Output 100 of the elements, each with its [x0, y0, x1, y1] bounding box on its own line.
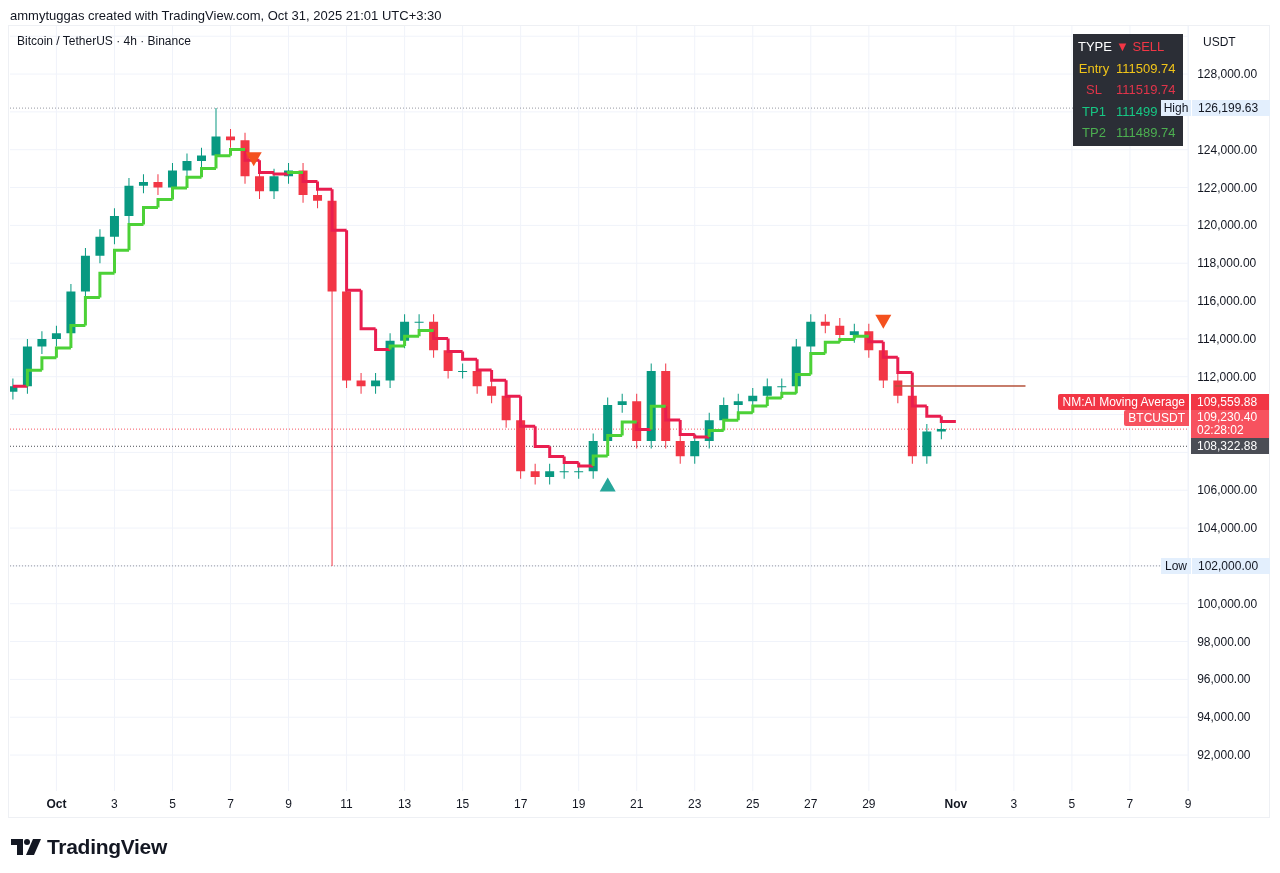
axis-label: 100,000.00	[1197, 595, 1258, 612]
candlestick	[124, 178, 134, 224]
brand-name: TradingView	[47, 835, 167, 859]
axis-label: 92,000.00	[1197, 747, 1251, 764]
axis-label: 3	[111, 797, 118, 811]
chart-credit: ammytuggas created with TradingView.com, Oct 31, 2025 21:01 UTC+3:30	[9, 7, 443, 25]
candlestick	[226, 128, 235, 148]
candlestick	[936, 421, 946, 440]
candlestick	[559, 463, 569, 479]
axis-label: 106,000.00	[1197, 482, 1258, 499]
candlestick	[182, 153, 192, 179]
signal-value: 111509.74	[1116, 60, 1176, 76]
countdown-timer: 02:28:02	[1197, 424, 1245, 438]
candlestick	[864, 323, 874, 358]
price-tag-label: BTCUSDT	[1124, 410, 1189, 427]
candlestick	[922, 424, 932, 464]
axis-label: 7	[1126, 797, 1134, 811]
axis-label: 104,000.00	[1197, 520, 1258, 537]
axis-label: 114,000.00	[1197, 330, 1257, 347]
axis-label: 15	[455, 797, 470, 811]
candlestick	[617, 393, 627, 413]
candlestick	[849, 323, 859, 343]
axis-label: Nov	[944, 797, 968, 811]
signal-label: SL	[1085, 82, 1103, 98]
candlestick	[414, 314, 424, 330]
axis-label: 94,000.00	[1197, 709, 1251, 726]
signal-value: 111519.74	[1116, 82, 1176, 98]
axis-label: 7	[227, 797, 234, 811]
candlestick	[10, 378, 18, 400]
candlestick	[893, 372, 903, 404]
candlestick	[632, 393, 642, 449]
signal-value: 111489.74	[1116, 125, 1176, 141]
candlestick	[95, 229, 105, 264]
candlestick	[385, 333, 395, 389]
axis-label: 9	[285, 797, 292, 811]
axis-label: 25	[746, 797, 760, 811]
axis-label: 128,000.00	[1197, 66, 1258, 83]
candlestick	[545, 463, 555, 485]
candlestick	[138, 174, 148, 194]
price-tag-value: 108,322.88	[1197, 439, 1259, 453]
candlestick	[429, 314, 439, 358]
price-tag-value: 109,230.40	[1197, 411, 1259, 425]
candlestick	[51, 325, 61, 347]
candlestick	[675, 433, 685, 464]
axis-label: 116,000.00	[1197, 293, 1257, 310]
price-tag-value: 109,559.88	[1197, 395, 1259, 409]
axis-label: 96,000.00	[1197, 671, 1251, 688]
axis-label: Oct	[46, 797, 67, 811]
axis-label: 120,000.00	[1197, 217, 1258, 234]
candlestick	[806, 314, 816, 354]
axis-label: 11	[340, 797, 353, 811]
candlestick	[820, 314, 830, 334]
axis-label: 98,000.00	[1197, 633, 1251, 650]
price-marker-value: 126,199.63	[1192, 100, 1270, 117]
signal-label: TYPE	[1078, 39, 1110, 55]
signal-value: 111499	[1116, 103, 1158, 119]
axis-label: 13	[397, 797, 412, 811]
candlestick	[298, 162, 308, 203]
axis-label: 3	[1010, 797, 1018, 811]
axis-label: 21	[630, 797, 644, 811]
sell-signal-icon	[245, 152, 262, 167]
candlestick	[371, 372, 381, 394]
axis-label: 5	[169, 797, 176, 811]
price-marker-label: High	[1161, 100, 1191, 117]
candlestick	[588, 433, 598, 479]
axis-label: 19	[572, 797, 586, 811]
candlestick	[704, 412, 714, 449]
price-marker-value: 102,000.00	[1192, 557, 1270, 574]
candlestick	[240, 132, 250, 184]
signal-label: TP1	[1081, 103, 1107, 119]
signal-label: TP2	[1081, 125, 1107, 141]
candlestick	[153, 174, 163, 196]
axis-label: 27	[804, 797, 818, 811]
axis-label: 9	[1184, 797, 1192, 811]
buy-signal-icon	[599, 477, 616, 492]
signal-label: Entry	[1078, 60, 1110, 76]
price-marker-label: Low	[1161, 557, 1191, 574]
candlestick	[791, 338, 801, 394]
axis-label: 118,000.00	[1197, 255, 1257, 272]
candlestick	[197, 147, 206, 169]
candlestick	[530, 463, 540, 485]
candlestick	[109, 208, 119, 245]
candlestick	[284, 162, 294, 184]
axis-label: 23	[688, 797, 702, 811]
candlestick	[22, 338, 32, 394]
candlestick	[37, 331, 47, 354]
symbol-title: Bitcoin / TetherUS · 4h · Binance	[17, 34, 191, 48]
candlestick	[356, 372, 366, 394]
candlestick	[733, 393, 743, 413]
logo-icon	[11, 839, 41, 855]
candlestick	[458, 363, 468, 379]
axis-label: 124,000.00	[1197, 141, 1258, 158]
sell-signal-icon	[875, 314, 892, 329]
axis-label: 17	[513, 797, 528, 811]
axis-label: 122,000.00	[1197, 179, 1258, 196]
candlestick	[269, 168, 279, 199]
axis-label: 29	[862, 797, 876, 811]
price-tag-label: NM:AI Moving Average	[1058, 394, 1189, 411]
candlestick	[777, 378, 787, 394]
axis-label: 112,000.00	[1197, 368, 1257, 385]
